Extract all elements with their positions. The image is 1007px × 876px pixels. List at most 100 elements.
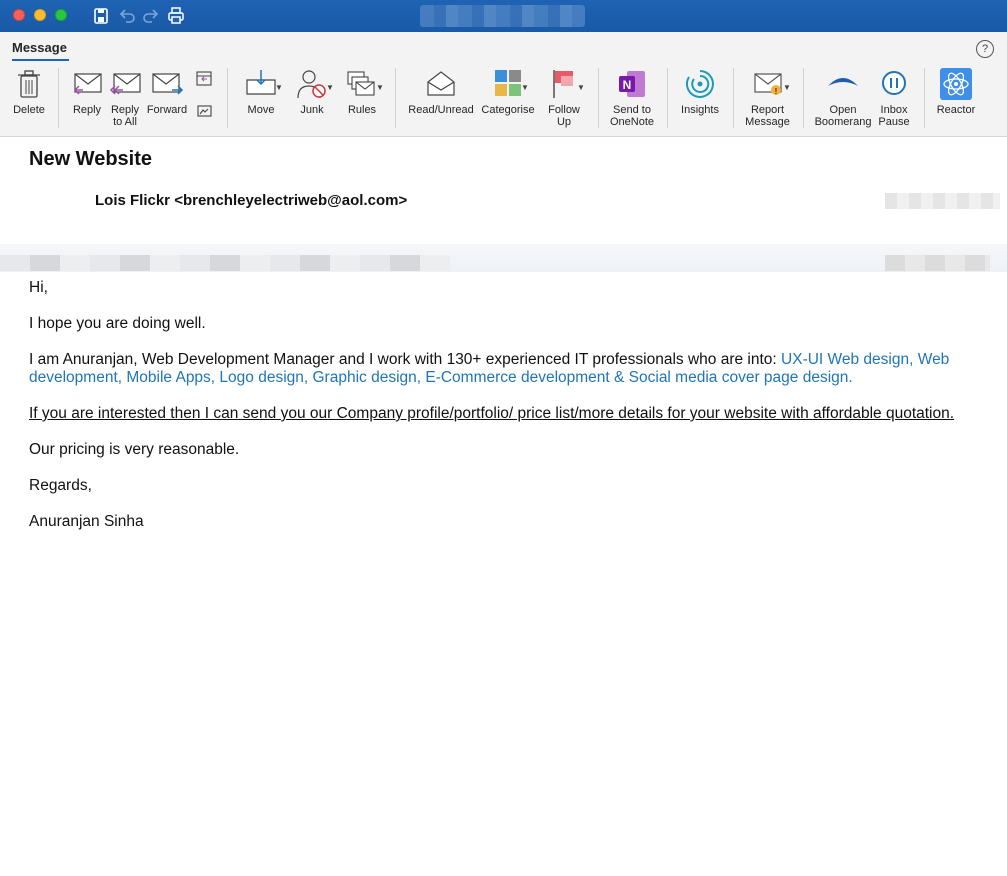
forward-label: Forward — [146, 104, 188, 116]
boomerang-label-2: Boomerang — [814, 116, 872, 128]
reply-all-label-2: to All — [113, 116, 137, 128]
ribbon-separator — [803, 68, 804, 128]
follow-up-label-1: Follow — [548, 104, 580, 116]
window-title-redacted — [420, 5, 585, 27]
read-unread-label: Read/Unread — [408, 104, 474, 116]
reactor-label: Reactor — [936, 104, 976, 116]
tab-message[interactable]: Message — [12, 40, 67, 55]
follow-up-button[interactable]: ▼ Follow Up — [540, 68, 588, 130]
recipient-info-redacted — [0, 244, 1007, 272]
reply-label: Reply — [72, 104, 102, 116]
redacted-recipients — [0, 255, 450, 271]
chevron-down-icon: ▼ — [326, 83, 334, 92]
report-message-button[interactable]: ! ▼ Report Message — [740, 68, 795, 130]
save-icon[interactable] — [91, 6, 111, 26]
onenote-label-1: Send to — [613, 104, 651, 116]
svg-text:!: ! — [774, 87, 777, 96]
rules-label: Rules — [347, 104, 377, 116]
flag-icon — [553, 70, 573, 98]
message-body: Hi, I hope you are doing well. I am Anur… — [29, 279, 1004, 549]
redo-icon[interactable] — [141, 6, 161, 26]
report-label-1: Report — [750, 104, 785, 116]
calendar-icon — [196, 71, 212, 86]
zoom-window-button[interactable] — [55, 9, 67, 21]
insights-button[interactable]: Insights — [676, 68, 724, 130]
body-signature: Anuranjan Sinha — [29, 513, 144, 530]
ribbon-separator — [395, 68, 396, 128]
close-window-button[interactable] — [13, 9, 25, 21]
help-icon[interactable]: ? — [976, 40, 994, 58]
read-unread-button[interactable]: Read/Unread — [405, 68, 477, 130]
ribbon-separator — [227, 68, 228, 128]
follow-up-label-2: Up — [556, 116, 572, 128]
inbox-pause-label-2: Pause — [878, 116, 910, 128]
report-message-icon: ! — [753, 73, 782, 96]
body-line-1: I hope you are doing well. — [29, 315, 206, 332]
ribbon-separator — [667, 68, 668, 128]
body-line-2: I am Anuranjan, Web Development Manager … — [29, 351, 1004, 387]
report-label-2: Message — [745, 116, 790, 128]
reply-all-button[interactable]: Reply to All — [105, 68, 145, 130]
reactor-icon — [940, 68, 972, 100]
ribbon-separator — [598, 68, 599, 128]
body-line-3[interactable]: If you are interested then I can send yo… — [29, 405, 1004, 423]
open-boomerang-button[interactable]: Open Boomerang — [812, 68, 874, 130]
trash-icon — [18, 70, 40, 98]
chevron-down-icon: ▼ — [577, 83, 585, 92]
more-respond-options-button[interactable] — [193, 100, 215, 122]
reply-all-label-1: Reply — [110, 104, 140, 116]
tab-active-indicator — [12, 59, 69, 61]
body-line-4: Our pricing is very reasonable. — [29, 441, 240, 458]
message-sender[interactable]: Lois Flickr <brenchleyelectriweb@aol.com… — [95, 192, 407, 209]
categorise-label: Categorise — [481, 104, 535, 116]
ribbon-separator — [924, 68, 925, 128]
onenote-label-2: OneNote — [609, 116, 655, 128]
reactor-button[interactable]: Reactor — [932, 68, 980, 130]
message-date-redacted — [885, 193, 1000, 209]
boomerang-icon — [828, 78, 858, 86]
svg-text:N: N — [623, 78, 632, 92]
inbox-pause-label-1: Inbox — [880, 104, 908, 116]
pause-icon — [882, 71, 906, 95]
move-icon — [246, 70, 276, 95]
rules-button[interactable]: ▼ Rules — [340, 68, 384, 130]
attachment-icon — [197, 105, 212, 117]
title-bar — [0, 0, 1007, 32]
move-label: Move — [247, 104, 275, 116]
delete-label: Delete — [13, 104, 45, 116]
reply-all-icon — [109, 73, 141, 95]
body-greeting: Hi, — [29, 279, 48, 296]
print-icon[interactable] — [166, 6, 186, 26]
categorise-icon — [495, 70, 521, 96]
chevron-down-icon: ▼ — [783, 83, 791, 92]
junk-icon — [297, 70, 326, 99]
reply-button[interactable]: Reply — [67, 68, 107, 130]
inbox-pause-button[interactable]: Inbox Pause — [874, 68, 914, 130]
chevron-down-icon: ▼ — [521, 83, 529, 92]
send-to-onenote-button[interactable]: N Send to OneNote — [607, 68, 657, 130]
categorise-button[interactable]: ▼ Categorise — [478, 68, 538, 130]
redacted-meta — [885, 255, 990, 271]
junk-button[interactable]: ▼ Junk — [290, 68, 334, 130]
rules-icon — [347, 71, 375, 96]
undo-icon[interactable] — [117, 6, 137, 26]
ribbon-separator — [58, 68, 59, 128]
chevron-down-icon: ▼ — [376, 83, 384, 92]
open-envelope-icon — [427, 71, 455, 96]
insights-icon — [686, 70, 714, 98]
reply-icon — [73, 73, 102, 95]
forward-icon — [152, 73, 184, 95]
body-line-2-text: I am Anuranjan, Web Development Manager … — [29, 351, 782, 368]
body-closing: Regards, — [29, 477, 92, 494]
message-subject: New Website — [29, 148, 152, 170]
ribbon-separator — [733, 68, 734, 128]
forward-button[interactable]: Forward — [145, 68, 189, 130]
chevron-down-icon: ▼ — [275, 83, 283, 92]
move-button[interactable]: ▼ Move — [238, 68, 284, 130]
delete-button[interactable]: Delete — [9, 68, 49, 130]
onenote-icon: N — [619, 71, 645, 97]
ribbon: Message ? Delete Reply Reply to All Forw… — [0, 32, 1007, 137]
junk-label: Junk — [300, 104, 324, 116]
insights-label: Insights — [681, 104, 719, 116]
minimize-window-button[interactable] — [34, 9, 46, 21]
